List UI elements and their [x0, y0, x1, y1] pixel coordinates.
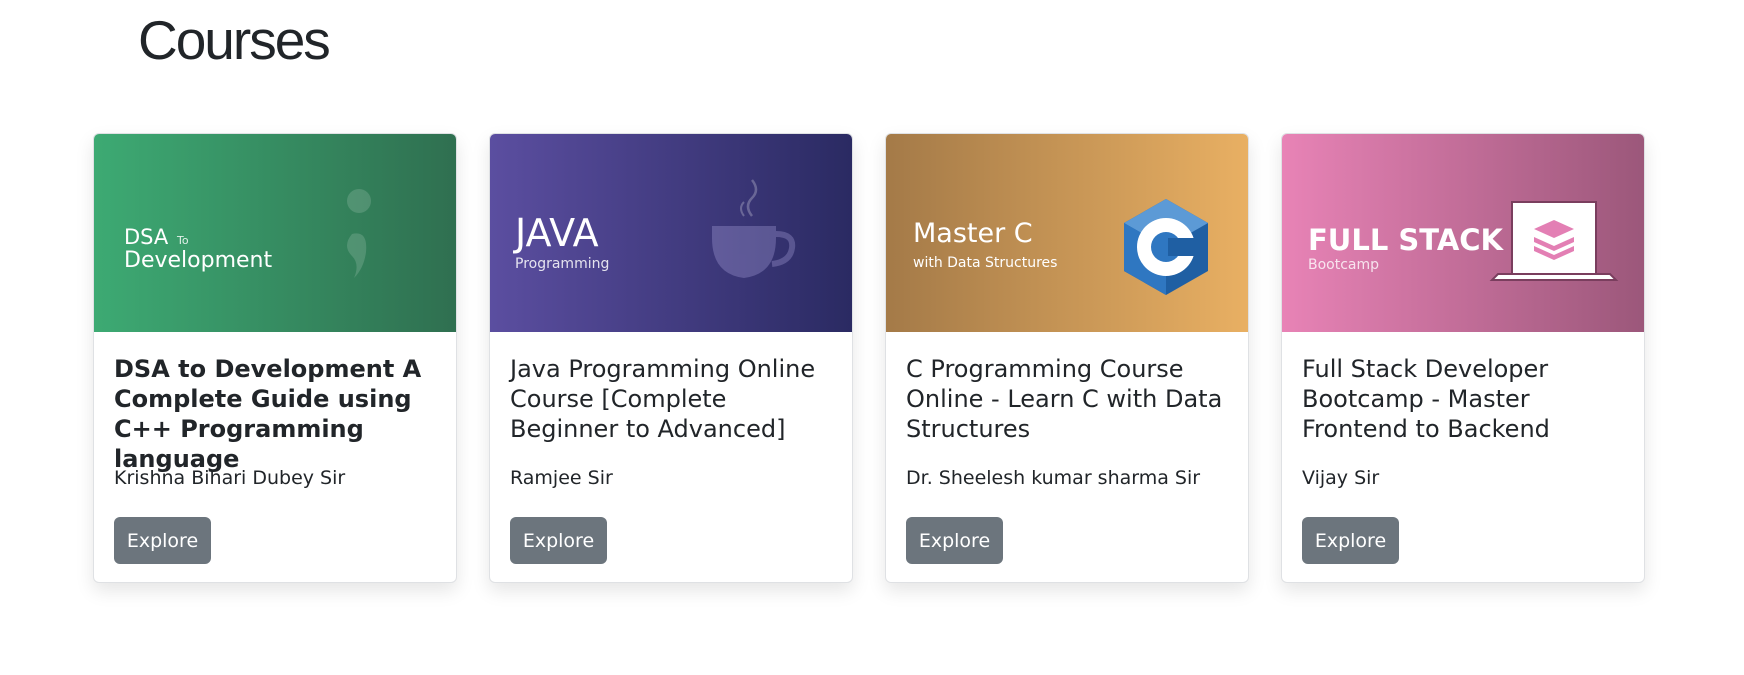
course-banner[interactable]: DSA To Development — [94, 134, 456, 332]
banner-line1: JAVA — [513, 211, 599, 255]
course-banner[interactable]: JAVA Programming — [490, 134, 852, 332]
course-card[interactable]: FULL STACK Bootcamp Full Stack Developer… — [1281, 133, 1645, 583]
course-card-list: DSA To Development DSA to Development A … — [93, 133, 1645, 583]
instructor-name: Vijay Sir — [1302, 467, 1380, 489]
course-banner[interactable]: Master C with Data Structures — [886, 134, 1248, 332]
instructor-name: Ramjee Sir — [510, 467, 613, 489]
banner-line1: Master C — [913, 218, 1033, 249]
course-title[interactable]: C Programming Course Online - Learn C wi… — [906, 354, 1228, 454]
banner-sub: with Data Structures — [913, 255, 1057, 271]
banner-sub: Programming — [515, 256, 609, 272]
explore-button[interactable]: Explore — [510, 517, 607, 564]
banner-line1: FULL STACK — [1308, 223, 1505, 257]
course-title[interactable]: DSA to Development A Complete Guide usin… — [114, 354, 436, 473]
explore-button[interactable]: Explore — [906, 517, 1003, 564]
course-banner[interactable]: FULL STACK Bootcamp — [1282, 134, 1644, 332]
course-card[interactable]: JAVA Programming Java Programming Online… — [489, 133, 853, 583]
course-title[interactable]: Java Programming Online Course [Complete… — [510, 354, 832, 454]
course-card[interactable]: Master C with Data Structures C Programm… — [885, 133, 1249, 583]
page-title: Courses — [138, 9, 331, 71]
instructor-name: Krishna Bihari Dubey Sir — [114, 467, 346, 489]
banner-small: To — [176, 234, 189, 247]
explore-button[interactable]: Explore — [114, 517, 211, 564]
course-card[interactable]: DSA To Development DSA to Development A … — [93, 133, 457, 583]
banner-line2: Development — [124, 248, 272, 273]
explore-button[interactable]: Explore — [1302, 517, 1399, 564]
banner-line1: DSA — [124, 225, 169, 249]
instructor-name: Dr. Sheelesh kumar sharma Sir — [906, 467, 1201, 489]
banner-sub: Bootcamp — [1308, 257, 1379, 273]
course-title[interactable]: Full Stack Developer Bootcamp - Master F… — [1302, 354, 1624, 454]
